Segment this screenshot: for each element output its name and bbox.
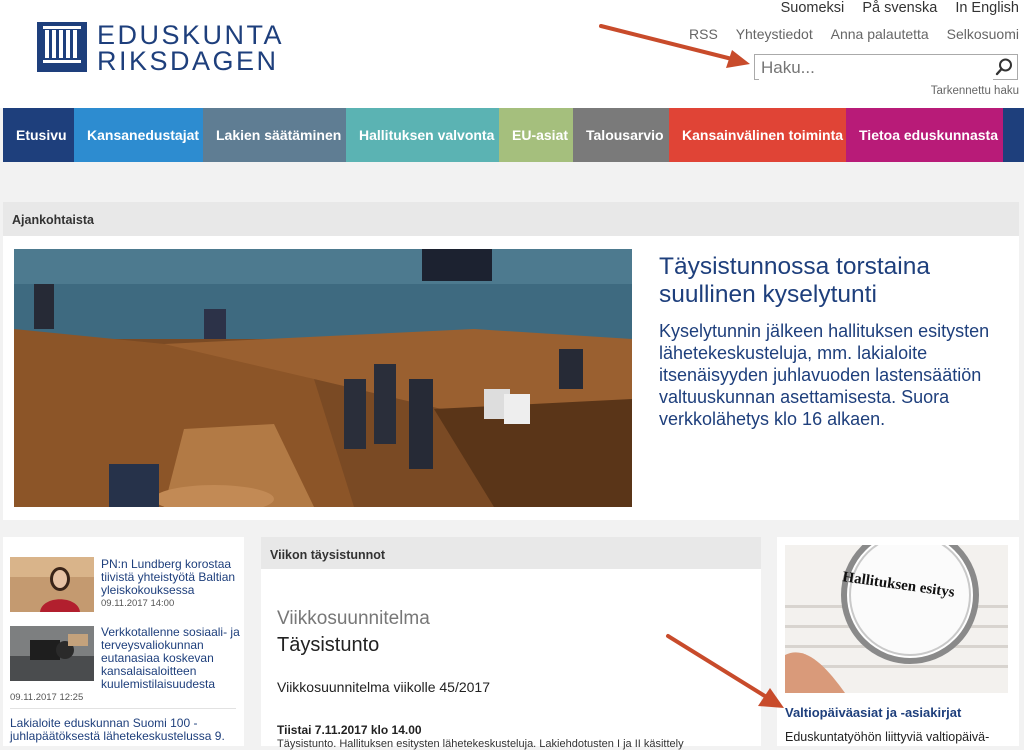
plenary-description: Täysistunto. Hallituksen esitysten lähet… [277,738,684,750]
plenary-hall-photo[interactable] [14,249,632,507]
plenary-date: Tiistai 7.11.2017 klo 14.00 [277,723,422,737]
featured-header: Ajankohtaista [3,202,1019,236]
documents-text: Eduskuntatyöhön liittyviä valtiopäivä- [785,730,990,744]
logo-line-2: RIKSDAGEN [97,46,279,76]
feedback-link[interactable]: Anna palautetta [831,26,929,42]
nav-item-oversight[interactable]: Hallituksen valvonta [346,108,499,162]
plenary-subtitle[interactable]: Viikkosuunnitelma viikolle 45/2017 [277,679,490,695]
nav-item-home[interactable]: Etusivu [3,108,74,162]
plenary-title[interactable]: Täysistunto [277,634,379,657]
magnifying-glass-photo[interactable]: Hallituksen esitys [785,545,1008,693]
news-item[interactable]: Lakialoite eduskunnan Suomi 100 -juhlapä… [10,717,236,743]
featured-title[interactable]: Täysistunnossa torstaina suullinen kysel… [659,253,999,309]
documents-link[interactable]: Valtiopäiväasiat ja -asiakirjat [785,705,961,720]
news-date: 09.11.2017 14:00 [101,598,175,609]
advanced-search-link[interactable]: Tarkennettu haku [931,85,1019,97]
search-icon[interactable] [995,58,1013,81]
plenary-header: Viikon täysistunnot [261,537,761,569]
parliament-building-icon [37,22,87,72]
news-title[interactable]: Verkkotallenne sosiaali- ja terveysvalio… [101,626,241,691]
lang-link-fi[interactable]: Suomeksi [781,0,845,16]
language-links: Suomeksi På svenska In English [767,0,1019,16]
lang-link-en[interactable]: In English [955,0,1019,16]
news-item[interactable]: PN:n Lundberg korostaa tiivistä yhteisty… [101,558,241,610]
featured-text: Kyselytunnin jälkeen hallituksen esityst… [659,321,990,429]
news-thumbnail[interactable] [10,626,94,681]
site-header: EDUSKUNTA RIKSDAGEN Suomeksi På svenska … [0,0,1024,108]
search-input[interactable] [759,56,993,80]
news-item[interactable]: Verkkotallenne sosiaali- ja terveysvalio… [101,626,241,691]
plain-language-link[interactable]: Selkosuomi [947,26,1019,42]
news-title[interactable]: PN:n Lundberg korostaa tiivistä yhteisty… [101,558,241,597]
logo-line-1: EDUSKUNTA [97,20,285,50]
main-navigation: Etusivu Kansanedustajat Lakien säätämine… [3,108,1024,162]
lang-link-sv[interactable]: På svenska [862,0,937,16]
nav-item-international[interactable]: Kansainvälinen toiminta [669,108,846,162]
nav-item-about[interactable]: Tietoa eduskunnasta [846,108,1003,162]
nav-item-budget[interactable]: Talousarvio [573,108,669,162]
eduskunta-logo[interactable]: EDUSKUNTA RIKSDAGEN [37,20,285,76]
annotation-arrow-icon [666,634,784,708]
news-divider [10,708,236,709]
news-title[interactable]: Lakialoite eduskunnan Suomi 100 -juhlapä… [10,717,236,743]
nav-item-eu[interactable]: EU-asiat [499,108,573,162]
nav-item-legislation[interactable]: Lakien säätäminen [203,108,346,162]
plenary-label: Viikkosuunnitelma [277,608,430,629]
annotation-arrow-icon [599,24,750,68]
news-thumbnail[interactable] [10,557,94,612]
nav-item-members[interactable]: Kansanedustajat [74,108,203,162]
news-date: 09.11.2017 12:25 [10,692,84,703]
search-box [754,54,1018,80]
